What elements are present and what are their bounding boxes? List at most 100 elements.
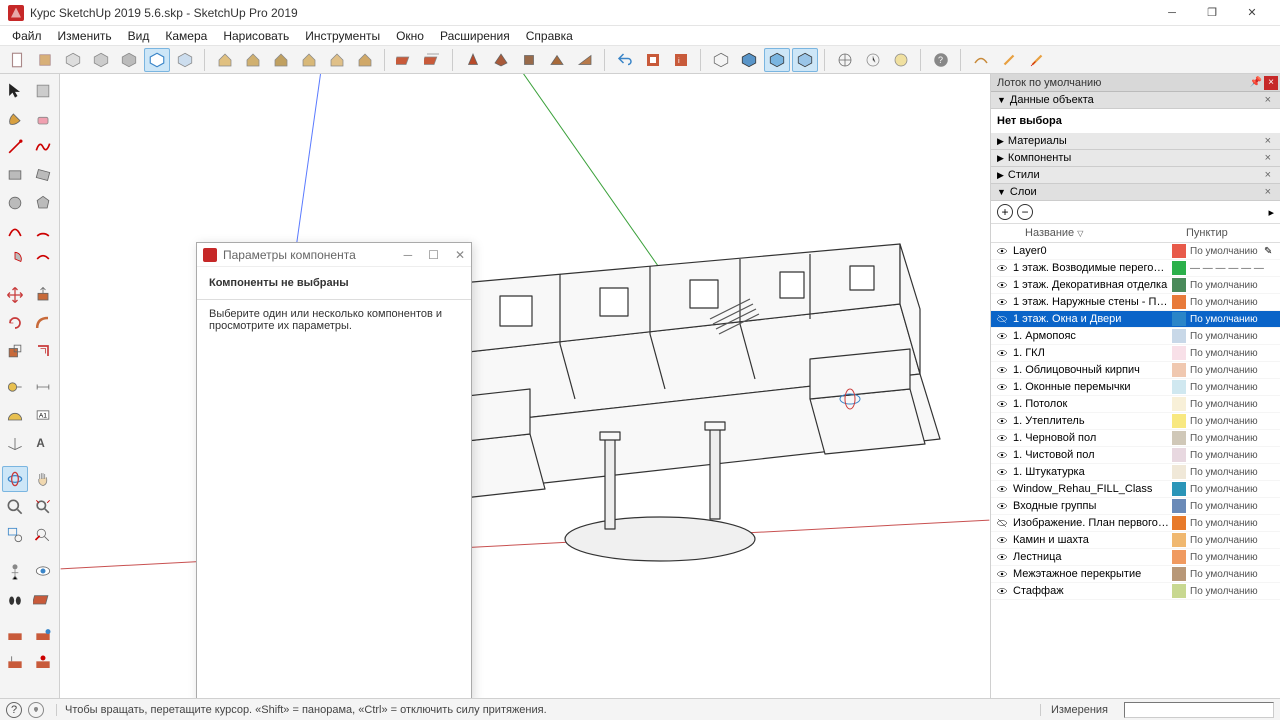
layer-row[interactable]: 1. Оконные перемычкиПо умолчанию (991, 379, 1280, 396)
protractor-tool-icon[interactable] (2, 402, 28, 428)
layer-list[interactable]: Layer0По умолчанию✎1 этаж. Возводимые пе… (991, 243, 1280, 698)
component-tool-icon[interactable] (30, 78, 56, 104)
layer-color-swatch[interactable] (1172, 414, 1186, 428)
dyncomp2-icon[interactable]: i (668, 48, 694, 72)
minimize-button[interactable]: ─ (1152, 0, 1192, 26)
ext1-icon[interactable] (968, 48, 994, 72)
dyncomp1-icon[interactable] (640, 48, 666, 72)
tape-tool-icon[interactable] (2, 374, 28, 400)
pie-tool-icon[interactable] (2, 246, 28, 272)
layer-color-swatch[interactable] (1172, 482, 1186, 496)
orbit-tool-icon[interactable] (2, 466, 28, 492)
layer-color-swatch[interactable] (1172, 567, 1186, 581)
cube3-icon[interactable] (116, 48, 142, 72)
pushpull-tool-icon[interactable] (30, 282, 56, 308)
prev-tool-icon[interactable] (30, 522, 56, 548)
visibility-icon[interactable] (995, 449, 1009, 461)
axes-tool-icon[interactable] (2, 430, 28, 456)
arc3-tool-icon[interactable] (30, 246, 56, 272)
layer-row[interactable]: 1 этаж. Наружные стены - ПоротермПо умол… (991, 294, 1280, 311)
dialog-minimize-icon[interactable]: ─ (404, 248, 413, 262)
pan-tool-icon[interactable] (30, 466, 56, 492)
open-file-icon[interactable] (32, 48, 58, 72)
zoomext-tool-icon[interactable] (30, 494, 56, 520)
visibility-icon[interactable] (995, 347, 1009, 359)
visibility-icon[interactable] (995, 585, 1009, 597)
cube-icon[interactable] (60, 48, 86, 72)
layer-row[interactable]: Межэтажное перекрытиеПо умолчанию (991, 566, 1280, 583)
shape5-icon[interactable] (572, 48, 598, 72)
geo-icon[interactable] (28, 702, 44, 718)
section-materials[interactable]: ▶Материалы× (991, 133, 1280, 150)
menu-camera[interactable]: Камера (157, 27, 215, 45)
section-close-icon[interactable]: × (1262, 94, 1274, 106)
edit-icon[interactable]: ✎ (1264, 246, 1276, 257)
visibility-icon[interactable] (995, 381, 1009, 393)
layer-row[interactable]: Изображение. План первого этажаПо умолча… (991, 515, 1280, 532)
visibility-icon[interactable] (995, 330, 1009, 342)
layer-menu-icon[interactable]: ▸ (1268, 206, 1274, 219)
menu-window[interactable]: Окно (388, 27, 432, 45)
3dtext-tool-icon[interactable]: A (30, 430, 56, 456)
look-tool-icon[interactable] (30, 558, 56, 584)
layer-color-swatch[interactable] (1172, 448, 1186, 462)
move-tool-icon[interactable] (2, 282, 28, 308)
house6-icon[interactable] (352, 48, 378, 72)
polygon-tool-icon[interactable] (30, 190, 56, 216)
shape4-icon[interactable] (544, 48, 570, 72)
section-entity-info[interactable]: ▼Данные объекта× (991, 92, 1280, 109)
layer-color-swatch[interactable] (1172, 363, 1186, 377)
house2-icon[interactable] (240, 48, 266, 72)
visibility-icon[interactable] (995, 398, 1009, 410)
layer-row[interactable]: СтаффажПо умолчанию (991, 583, 1280, 600)
layer-color-swatch[interactable] (1172, 278, 1186, 292)
layer-row[interactable]: 1. ГКЛПо умолчанию (991, 345, 1280, 362)
measurements-input[interactable] (1124, 702, 1274, 718)
undo-icon[interactable] (612, 48, 638, 72)
layer-row[interactable]: Входные группыПо умолчанию (991, 498, 1280, 515)
visibility-icon[interactable] (995, 364, 1009, 376)
section-components[interactable]: ▶Компоненты× (991, 150, 1280, 167)
offset-tool-icon[interactable] (30, 338, 56, 364)
menu-view[interactable]: Вид (120, 27, 158, 45)
layer-row[interactable]: 1. АрмопоясПо умолчанию (991, 328, 1280, 345)
position-camera-icon[interactable] (2, 558, 28, 584)
shape2-icon[interactable] (488, 48, 514, 72)
paint-tool-icon[interactable] (2, 106, 28, 132)
viewport-3d[interactable]: Параметры компонента ─ ☐ ✕ Компоненты не… (60, 74, 990, 698)
zoom-tool-icon[interactable] (2, 494, 28, 520)
add-layer-icon[interactable]: + (997, 204, 1013, 220)
solid1-icon[interactable] (708, 48, 734, 72)
layer-color-swatch[interactable] (1172, 380, 1186, 394)
layer-color-swatch[interactable] (1172, 533, 1186, 547)
scale-tool-icon[interactable] (2, 338, 28, 364)
section-tool-icon[interactable] (30, 586, 56, 612)
layer-color-swatch[interactable] (1172, 244, 1186, 258)
visibility-icon[interactable] (995, 466, 1009, 478)
visibility-icon[interactable] (995, 245, 1009, 257)
text-tool-icon[interactable]: A1 (30, 402, 56, 428)
section-styles[interactable]: ▶Стили× (991, 167, 1280, 184)
section-layers[interactable]: ▼Слои× (991, 184, 1280, 201)
solid3-icon[interactable] (764, 48, 790, 72)
menu-draw[interactable]: Нарисовать (215, 27, 297, 45)
layer-color-swatch[interactable] (1172, 295, 1186, 309)
dimension-tool-icon[interactable] (30, 374, 56, 400)
tray-close-icon[interactable]: × (1264, 76, 1278, 90)
house5-icon[interactable] (324, 48, 350, 72)
rotate-tool-icon[interactable] (2, 310, 28, 336)
rotrect-tool-icon[interactable] (30, 162, 56, 188)
rect-tool-icon[interactable] (2, 162, 28, 188)
compass-icon[interactable] (832, 48, 858, 72)
layer-color-swatch[interactable] (1172, 550, 1186, 564)
dialog-close-icon[interactable]: ✕ (455, 248, 465, 262)
sandbox2-icon[interactable] (30, 622, 56, 648)
cube-trans-icon[interactable] (172, 48, 198, 72)
walk-tool-icon[interactable] (2, 586, 28, 612)
section1-icon[interactable] (392, 48, 418, 72)
visibility-icon[interactable] (995, 296, 1009, 308)
visibility-icon[interactable] (995, 500, 1009, 512)
visibility-icon[interactable] (995, 568, 1009, 580)
menu-file[interactable]: Файл (4, 27, 50, 45)
layer-row[interactable]: 1. Черновой полПо умолчанию (991, 430, 1280, 447)
